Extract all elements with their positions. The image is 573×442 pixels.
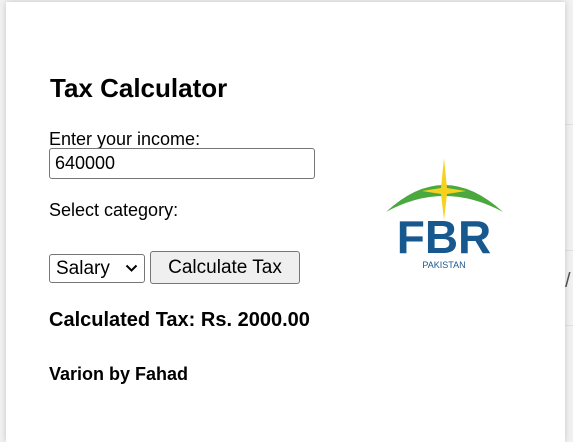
fbr-logo: FBR PAKISTAN bbox=[382, 158, 507, 273]
category-label: Select category: bbox=[49, 200, 179, 220]
calculated-tax-result: Calculated Tax: Rs. 2000.00 bbox=[49, 309, 310, 331]
page-title: Tax Calculator bbox=[50, 73, 228, 103]
logo-text: FBR bbox=[397, 211, 492, 263]
income-input[interactable] bbox=[49, 148, 315, 179]
background-text: / bbox=[565, 270, 571, 292]
category-selected-value: Salary bbox=[56, 257, 110, 279]
author-credit: Varion by Fahad bbox=[49, 364, 189, 384]
category-select[interactable]: Salary bbox=[49, 254, 145, 283]
logo-subtext: PAKISTAN bbox=[422, 260, 465, 270]
tax-calculator-dialog: Tax Calculator Enter your income: Select… bbox=[6, 2, 565, 442]
income-label: Enter your income: bbox=[49, 129, 201, 149]
chevron-down-icon bbox=[125, 262, 138, 276]
calculate-tax-button[interactable]: Calculate Tax bbox=[150, 251, 300, 284]
